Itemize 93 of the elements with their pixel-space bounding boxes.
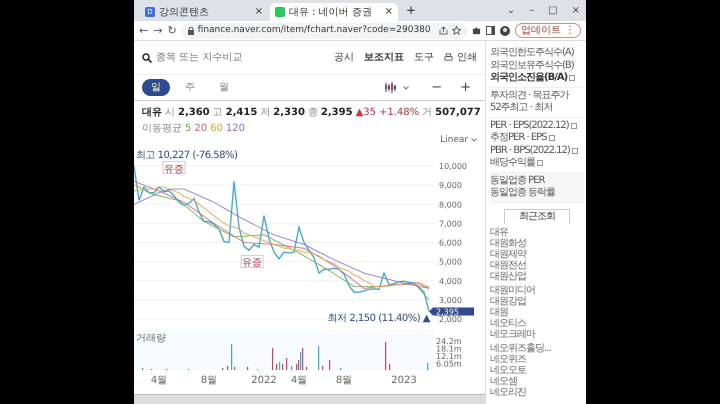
address-bar[interactable]: finance.naver.com/item/fchart.naver?code=290380 bbox=[182, 22, 467, 38]
price-change: ▲35 bbox=[356, 106, 376, 120]
stock-name: 대유 bbox=[142, 106, 162, 120]
recent-stock-link[interactable]: 네오셈 bbox=[490, 376, 584, 387]
change-percent: +1.48% bbox=[378, 106, 420, 120]
recent-stock-link[interactable]: 네오크레마 bbox=[490, 329, 584, 340]
axis-tick-label: 2023 bbox=[391, 374, 417, 386]
moving-average-label: 이동평균 bbox=[142, 122, 182, 136]
recent-stock-link[interactable]: 대유 bbox=[490, 227, 584, 238]
close-tab-button[interactable]: × bbox=[254, 7, 263, 17]
info-link[interactable]: 52주최고 · 최저 bbox=[490, 102, 552, 114]
info-link[interactable]: 동일업종 등락률 bbox=[490, 187, 556, 200]
nav-button[interactable]: → bbox=[153, 25, 162, 36]
current-price-tag: 2,395 bbox=[429, 306, 474, 316]
moving-average-period: 60 bbox=[210, 122, 223, 136]
recent-tab[interactable]: 최근조회 bbox=[504, 208, 570, 224]
axis-tick-label: 18.1m bbox=[436, 344, 462, 353]
quote-value: 2,330 bbox=[273, 106, 305, 120]
window-control-button[interactable]: □ bbox=[542, 3, 564, 21]
recent-stock-link[interactable]: 네오위즈 bbox=[490, 354, 584, 365]
recent-stock-link[interactable]: 대원강업 bbox=[490, 296, 584, 307]
recent-stock-link[interactable]: 대원화성 bbox=[490, 238, 584, 249]
quote-label: 종 bbox=[308, 106, 318, 120]
recent-stock-link[interactable]: 네오위즈홀딩... bbox=[490, 343, 584, 354]
quote-label: 시 bbox=[165, 106, 175, 120]
moving-average-period: 120 bbox=[226, 122, 245, 136]
toolbar-link[interactable]: 도구 bbox=[414, 50, 434, 65]
moving-average-period: 5 bbox=[185, 122, 192, 136]
period-tab[interactable]: 일 bbox=[142, 79, 170, 96]
zoom-button[interactable]: − bbox=[425, 81, 448, 94]
recent-stock-link[interactable]: 네오티스 bbox=[490, 318, 584, 329]
quote-label: 저 bbox=[260, 106, 270, 120]
axis-tick-label: 9,000 bbox=[439, 180, 462, 190]
axis-tick-label: 8월 bbox=[200, 374, 218, 386]
quote-value: 2,360 bbox=[178, 106, 210, 120]
window-control-button[interactable]: – bbox=[523, 3, 540, 21]
update-button[interactable]: 업데이트 ⋮ bbox=[515, 23, 581, 38]
nav-button[interactable]: ← bbox=[139, 25, 148, 36]
info-link[interactable]: 추정PER · EPS bbox=[490, 132, 547, 144]
info-link[interactable]: PER · EPS(2022.12) bbox=[490, 120, 569, 132]
info-link[interactable]: 외국인보유주식수(B) bbox=[490, 60, 574, 72]
axis-tick-label: 5,000 bbox=[439, 257, 462, 266]
toolbar-link[interactable]: 공시 bbox=[334, 50, 354, 65]
quote-label: 거 bbox=[422, 106, 432, 120]
recent-stock-link[interactable]: 대원미디어 bbox=[490, 285, 584, 296]
recent-stock-link[interactable]: 대원제약 bbox=[490, 249, 584, 260]
nav-button[interactable]: ↻ bbox=[167, 25, 177, 36]
axis-tick-label: 2022 bbox=[251, 374, 277, 386]
browser-tab[interactable]: 대유 : 네이버 증권 × bbox=[270, 3, 398, 21]
axis-tick-label: 4,000 bbox=[439, 276, 462, 286]
info-link[interactable]: 투자의견 · 목표주가 bbox=[490, 90, 569, 102]
axis-tick-label: 8월 bbox=[336, 374, 352, 386]
axis-tick-label: 12.1m bbox=[436, 352, 462, 360]
window-control-button[interactable]: ⌄ bbox=[500, 3, 522, 21]
axis-tick-label: 4월 bbox=[150, 374, 168, 386]
recent-stock-link[interactable]: 네오리진 bbox=[490, 387, 584, 398]
axis-tick-label: 3,000 bbox=[439, 295, 462, 304]
recent-stock-link[interactable]: 대원 bbox=[490, 307, 584, 318]
event-marker: 유증 bbox=[240, 254, 264, 268]
info-link[interactable]: 외국인한도주식수(A) bbox=[490, 47, 574, 60]
axis-tick-label: 8,000 bbox=[439, 200, 462, 209]
print-button[interactable]: 인쇄 bbox=[444, 50, 477, 65]
info-link[interactable]: 외국인소진율(B/A) bbox=[490, 72, 568, 84]
new-tab-button[interactable]: + bbox=[400, 1, 422, 21]
axis-tick-label: 4월 bbox=[290, 374, 308, 386]
moving-average-period: 20 bbox=[194, 122, 208, 136]
info-link[interactable]: 배당수익률 bbox=[490, 157, 535, 170]
quote-label: 고 bbox=[212, 106, 223, 120]
axis-tick-label: 24.2m bbox=[436, 336, 462, 346]
toolbar-link[interactable]: 보조지표 bbox=[364, 50, 404, 65]
scale-dropdown[interactable]: Linear bbox=[432, 134, 485, 148]
quote-value: 2,395 bbox=[320, 106, 353, 120]
zoom-button[interactable]: + bbox=[454, 81, 477, 94]
recent-stock-link[interactable]: 네오오토 bbox=[490, 365, 584, 376]
volume-value: 507,077 bbox=[435, 106, 481, 120]
period-tab[interactable]: 주 bbox=[176, 79, 204, 96]
window-control-button[interactable]: × bbox=[566, 3, 586, 21]
recent-stock-link[interactable]: 대원산업 bbox=[490, 271, 584, 282]
low-price-label: 최저 2,150 (11.40%) ▲ bbox=[328, 312, 430, 324]
event-marker: 유증 bbox=[162, 160, 186, 174]
quote-value: 2,415 bbox=[226, 106, 258, 120]
axis-tick-label: 7,000 bbox=[439, 218, 462, 228]
axis-tick-label: 10,000 bbox=[439, 162, 467, 170]
axis-tick-label: 2,000 bbox=[439, 314, 462, 324]
period-tab[interactable]: 월 bbox=[210, 79, 238, 96]
high-price-label: 최고 10,227 (-76.58%) bbox=[136, 150, 238, 160]
info-link[interactable]: PBR · BPS(2022.12) bbox=[490, 144, 570, 157]
volume-chart-title: 거래량 bbox=[136, 332, 166, 344]
axis-tick-label: 6.05m bbox=[436, 359, 462, 368]
axis-tick-label: 6,000 bbox=[439, 238, 462, 247]
info-link[interactable]: 동일업종 PER bbox=[490, 174, 544, 187]
recent-stock-link[interactable]: 대원전선 bbox=[490, 260, 584, 271]
close-tab-button[interactable]: × bbox=[384, 7, 393, 17]
